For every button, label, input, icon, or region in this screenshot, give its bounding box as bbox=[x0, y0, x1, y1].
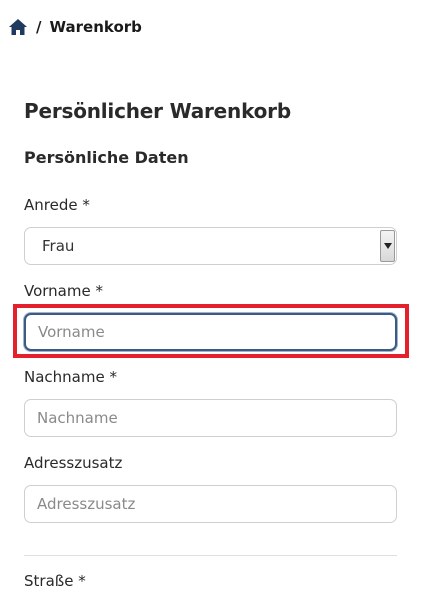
home-icon[interactable] bbox=[8, 18, 28, 36]
vorname-input[interactable] bbox=[24, 313, 397, 351]
adresszusatz-label: Adresszusatz bbox=[24, 454, 123, 472]
page-title: Persönlicher Warenkorb bbox=[24, 99, 291, 123]
anrede-select[interactable]: Frau bbox=[24, 227, 397, 265]
strasse-label: Straße * bbox=[24, 572, 86, 590]
section-divider bbox=[24, 555, 397, 556]
vorname-label: Vorname * bbox=[24, 282, 103, 300]
breadcrumb-current: Warenkorb bbox=[49, 18, 142, 36]
anrede-label: Anrede * bbox=[24, 196, 90, 214]
checkout-form-page: / Warenkorb Persönlicher Warenkorb Persö… bbox=[0, 0, 426, 597]
nachname-input[interactable] bbox=[24, 399, 397, 437]
chevron-down-icon[interactable] bbox=[380, 230, 395, 262]
section-title: Persönliche Daten bbox=[24, 148, 189, 167]
adresszusatz-input[interactable] bbox=[24, 485, 397, 523]
breadcrumb-separator: / bbox=[36, 18, 42, 36]
nachname-label: Nachname * bbox=[24, 368, 117, 386]
anrede-selected-value: Frau bbox=[42, 237, 75, 255]
breadcrumb: / Warenkorb bbox=[8, 16, 142, 38]
